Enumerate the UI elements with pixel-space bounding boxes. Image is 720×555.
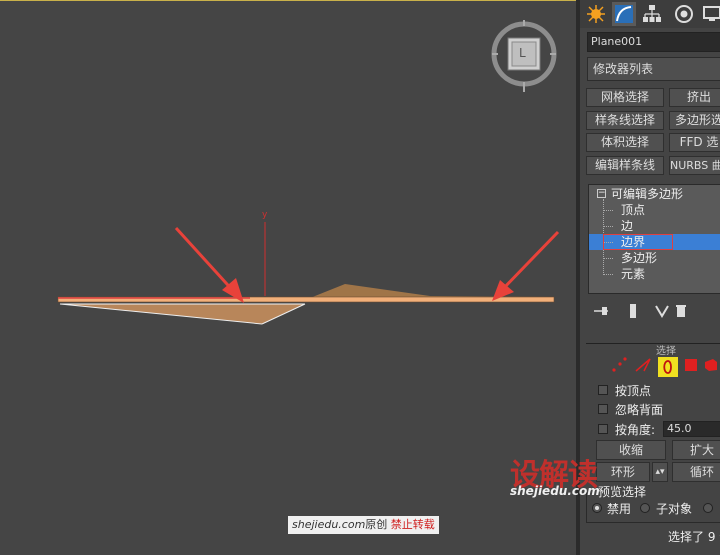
tree-branch	[603, 210, 613, 211]
collapse-toggle-icon[interactable]: −	[597, 189, 606, 198]
scene-canvas	[57, 222, 560, 325]
vertex-level-icon[interactable]	[610, 356, 628, 377]
by-vertex-checkbox[interactable]	[598, 385, 608, 395]
border-highlight-box	[603, 234, 673, 250]
make-unique-icon[interactable]	[654, 303, 672, 319]
stack-item-polygon[interactable]: 多边形	[621, 250, 657, 266]
tree-branch	[603, 274, 613, 275]
subobject-level-icons	[610, 356, 718, 377]
rollout-title[interactable]: 选择	[656, 342, 676, 357]
multi-radio[interactable]	[703, 503, 713, 513]
edit-spline-button[interactable]: 编辑样条线	[586, 156, 664, 175]
stack-tools	[592, 300, 688, 322]
loop-button[interactable]: 循环	[672, 462, 720, 482]
credit-banner: shejiedu.com原创 禁止转载	[288, 516, 439, 534]
annotation-arrow-left	[174, 226, 244, 303]
show-end-result-icon[interactable]	[626, 303, 640, 319]
by-angle-label: 按角度:	[615, 423, 656, 437]
border-level-icon[interactable]	[658, 356, 678, 377]
poly-select-button[interactable]: 多边形选	[669, 111, 720, 130]
credit-site: shejiedu.com	[292, 518, 366, 531]
stack-item-element[interactable]: 元素	[621, 266, 645, 282]
create-icon	[587, 5, 605, 23]
tree-branch	[603, 226, 613, 227]
nurbs-surface-button[interactable]: NURBS 曲面	[669, 156, 720, 175]
display-tab[interactable]	[700, 2, 720, 26]
volume-select-button[interactable]: 体积选择	[586, 133, 664, 152]
selection-status: 选择了 9 个	[668, 530, 720, 544]
stack-item-edge[interactable]: 边	[621, 218, 633, 234]
spline-select-button[interactable]: 样条线选择	[586, 111, 664, 130]
motion-tab[interactable]	[672, 2, 696, 26]
tree-branch	[603, 258, 613, 259]
modifier-list-dropdown[interactable]: 修改器列表	[587, 57, 720, 81]
stack-item-vertex[interactable]: 顶点	[621, 202, 645, 218]
object-name-field[interactable]: Plane001	[587, 32, 720, 52]
modifier-stack[interactable]: − 可编辑多边形 顶点 边 边界 多边形 元素	[588, 184, 720, 294]
polygon-level-icon[interactable]	[684, 358, 698, 375]
remove-modifier-icon[interactable]	[674, 303, 688, 319]
credit-original: 原创	[365, 518, 388, 531]
ignore-backfacing-label: 忽略背面	[615, 403, 664, 417]
grow-button[interactable]: 扩大	[672, 440, 720, 460]
watermark-url: shejiedu.com	[510, 484, 600, 498]
command-panel-tabs	[580, 0, 720, 28]
ignore-backfacing-checkbox[interactable]	[598, 404, 608, 414]
ffd-select-button[interactable]: FFD 选	[669, 133, 720, 152]
by-vertex-label: 按顶点	[615, 384, 652, 398]
y-axis-label: y	[262, 210, 268, 220]
stack-root-editable-poly[interactable]: 可编辑多边形	[611, 186, 683, 202]
annotation-arrow-right	[492, 230, 560, 301]
hierarchy-icon	[643, 5, 661, 22]
edge-level-icon[interactable]	[634, 356, 652, 377]
pin-stack-icon[interactable]	[592, 303, 612, 319]
credit-forbid: 禁止转载	[390, 518, 435, 531]
motion-icon	[675, 5, 693, 23]
site-watermark: 设解读 shejiedu.com	[510, 450, 620, 500]
ring-spinner[interactable]: ▴▾	[652, 462, 668, 482]
perspective-viewport[interactable]: L y	[0, 0, 576, 555]
modify-tab[interactable]	[612, 2, 636, 26]
modify-icon	[615, 5, 633, 23]
element-level-icon[interactable]	[704, 358, 718, 375]
mesh-select-button[interactable]: 网格选择	[586, 88, 664, 107]
create-tab[interactable]	[584, 2, 608, 26]
angle-input[interactable]: 45.0	[663, 421, 720, 437]
subobject-label: 子对象	[656, 502, 693, 516]
display-icon	[703, 6, 720, 21]
hierarchy-tab[interactable]	[640, 2, 664, 26]
extrude-button[interactable]: 挤出	[669, 88, 720, 107]
disabled-radio[interactable]	[592, 503, 602, 513]
subobject-radio[interactable]	[640, 503, 650, 513]
by-angle-checkbox[interactable]	[598, 424, 608, 434]
disabled-label: 禁用	[607, 502, 632, 516]
